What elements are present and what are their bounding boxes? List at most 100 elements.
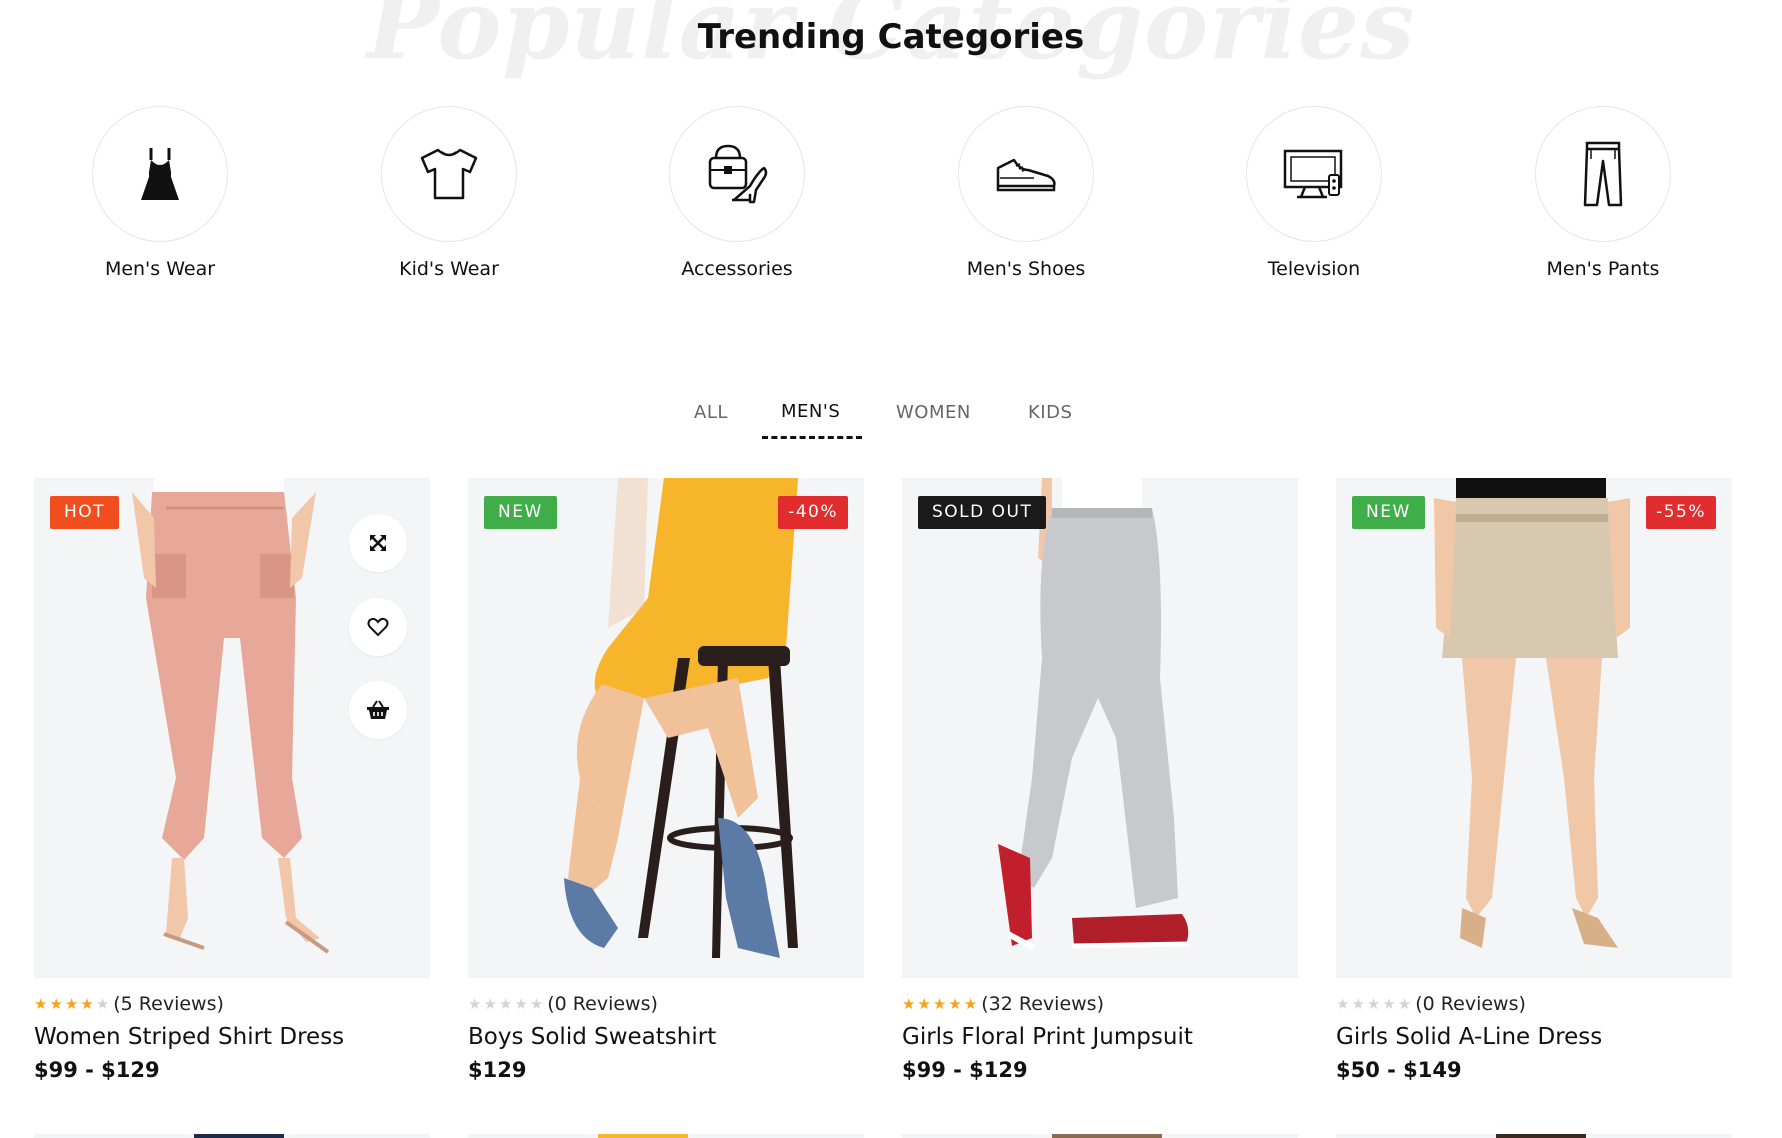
star-empty-icon: ★: [1336, 994, 1350, 1013]
product-badge-sold-out: SOLD OUT: [918, 496, 1047, 529]
product-name[interactable]: Women Striped Shirt Dress: [34, 1024, 430, 1050]
star-filled-icon: ★: [49, 994, 63, 1013]
star-empty-icon: ★: [95, 994, 110, 1013]
product-price: $129: [468, 1058, 527, 1082]
star-filled-icon: ★: [917, 994, 931, 1013]
star-filled-icon: ★: [34, 994, 48, 1013]
product-rating: ★ ★ ★ ★ ★ (32 Reviews): [902, 992, 1298, 1016]
category-television[interactable]: Television: [1234, 106, 1394, 280]
section-title: Trending Categories: [697, 17, 1085, 57]
category-circle[interactable]: [381, 106, 517, 242]
category-label: Men's Pants: [1546, 258, 1660, 280]
product-image[interactable]: NEW -40%: [468, 478, 864, 978]
star-empty-icon: ★: [1351, 994, 1365, 1013]
star-empty-icon: ★: [1382, 994, 1396, 1013]
product-image[interactable]: HOT: [34, 478, 430, 978]
product-name[interactable]: Girls Floral Print Jumpsuit: [902, 1024, 1298, 1050]
tab-kids[interactable]: KIDS: [1028, 402, 1072, 423]
category-circle[interactable]: [1535, 106, 1671, 242]
tab-mens[interactable]: MEN'S: [781, 401, 840, 422]
grey-sweatpants-photo: [998, 478, 1189, 951]
product-card[interactable]: SOLD OUT ★ ★ ★ ★ ★ (32 Reviews) Girls Floral…: [902, 478, 1298, 1082]
star-empty-icon: ★: [1366, 994, 1381, 1013]
category-mens-shoes[interactable]: Men's Shoes: [946, 106, 1106, 280]
category-mens-wear[interactable]: Men's Wear: [80, 106, 240, 280]
category-kids-wear[interactable]: Kid's Wear: [369, 106, 529, 280]
product-badge-new: NEW: [1352, 496, 1425, 529]
dress-icon: [141, 148, 179, 200]
category-mens-pants[interactable]: Men's Pants: [1523, 106, 1683, 280]
product-name[interactable]: Boys Solid Sweatshirt: [468, 1024, 864, 1050]
wishlist-button[interactable]: [349, 598, 407, 656]
quick-view-button[interactable]: [349, 514, 407, 572]
tab-all[interactable]: ALL: [694, 402, 728, 423]
category-label: Men's Wear: [104, 258, 216, 280]
category-circle[interactable]: [92, 106, 228, 242]
product-image[interactable]: SOLD OUT: [902, 478, 1298, 978]
product-badge-hot: HOT: [50, 496, 120, 529]
product-image[interactable]: NEW -55%: [1336, 478, 1732, 978]
product-price: $99 - $129: [34, 1058, 160, 1082]
rating-stars: ★ ★ ★ ★ ★: [1336, 994, 1412, 1013]
product-badge-discount: -40%: [778, 496, 848, 529]
star-filled-icon: ★: [948, 994, 962, 1013]
category-label: Kid's Wear: [399, 258, 499, 280]
beige-skirt-photo: [1434, 478, 1630, 948]
star-empty-icon: ★: [498, 994, 513, 1013]
pants-icon: [1583, 141, 1623, 207]
review-count[interactable]: (32 Reviews): [981, 993, 1104, 1015]
product-card-next-row[interactable]: [34, 1134, 430, 1138]
review-count[interactable]: (0 Reviews): [1415, 993, 1526, 1015]
category-list: Men's Wear Kid's Wear Accessories Men's …: [0, 106, 1782, 286]
tab-women[interactable]: WOMEN: [896, 402, 971, 423]
star-empty-icon: ★: [1397, 994, 1412, 1013]
product-card[interactable]: HOT ★ ★ ★ ★ ★ (5 Reviews) Women Striped Shir…: [34, 478, 430, 1082]
product-rating: ★ ★ ★ ★ ★ (5 Reviews): [34, 992, 430, 1016]
yellow-dress-stool-photo: [564, 478, 798, 958]
section-header: Popular Categories Trending Categories: [0, 0, 1782, 81]
star-filled-icon: ★: [80, 994, 94, 1013]
rating-stars: ★ ★ ★ ★ ★: [902, 994, 978, 1013]
tshirt-icon: [420, 148, 478, 200]
product-card-next-row[interactable]: [902, 1134, 1298, 1138]
product-badge-discount: -55%: [1646, 496, 1716, 529]
heart-icon: [367, 617, 389, 637]
product-card-next-row[interactable]: [468, 1134, 864, 1138]
star-filled-icon: ★: [902, 994, 916, 1013]
rating-stars: ★ ★ ★ ★ ★: [468, 994, 544, 1013]
review-count[interactable]: (0 Reviews): [547, 993, 658, 1015]
tv-icon: [1283, 149, 1343, 199]
add-to-cart-button[interactable]: [349, 681, 407, 739]
product-rating: ★ ★ ★ ★ ★ (0 Reviews): [468, 992, 864, 1016]
category-label: Television: [1267, 258, 1361, 280]
star-empty-icon: ★: [529, 994, 544, 1013]
category-circle[interactable]: [669, 106, 805, 242]
active-tab-underline: [762, 436, 862, 439]
category-label: Men's Shoes: [966, 258, 1086, 280]
star-filled-icon: ★: [64, 994, 79, 1013]
product-card-next-row[interactable]: [1336, 1134, 1732, 1138]
star-filled-icon: ★: [963, 994, 978, 1013]
expand-icon: [370, 535, 386, 551]
product-badge-new: NEW: [484, 496, 557, 529]
star-empty-icon: ★: [468, 994, 482, 1013]
product-price: $50 - $149: [1336, 1058, 1462, 1082]
product-price: $99 - $129: [902, 1058, 1028, 1082]
star-filled-icon: ★: [932, 994, 947, 1013]
product-card[interactable]: NEW -40% ★ ★ ★ ★ ★ (0 Reviews) Boys Solid Sw…: [468, 478, 864, 1082]
product-card[interactable]: NEW -55% ★ ★ ★ ★ ★ (0 Reviews) Girls Solid A…: [1336, 478, 1732, 1082]
bag-heel-icon: [708, 144, 768, 204]
review-count[interactable]: (5 Reviews): [113, 993, 224, 1015]
sneaker-icon: [996, 158, 1056, 192]
star-empty-icon: ★: [483, 994, 497, 1013]
category-circle[interactable]: [1246, 106, 1382, 242]
product-rating: ★ ★ ★ ★ ★ (0 Reviews): [1336, 992, 1732, 1016]
basket-icon: [367, 700, 389, 719]
rating-stars: ★ ★ ★ ★ ★: [34, 994, 110, 1013]
category-label: Accessories: [681, 258, 793, 280]
product-name[interactable]: Girls Solid A-Line Dress: [1336, 1024, 1732, 1050]
category-circle[interactable]: [958, 106, 1094, 242]
product-filter-tabs: ALL MEN'S WOMEN KIDS: [0, 392, 1782, 442]
category-accessories[interactable]: Accessories: [657, 106, 817, 280]
star-empty-icon: ★: [514, 994, 528, 1013]
